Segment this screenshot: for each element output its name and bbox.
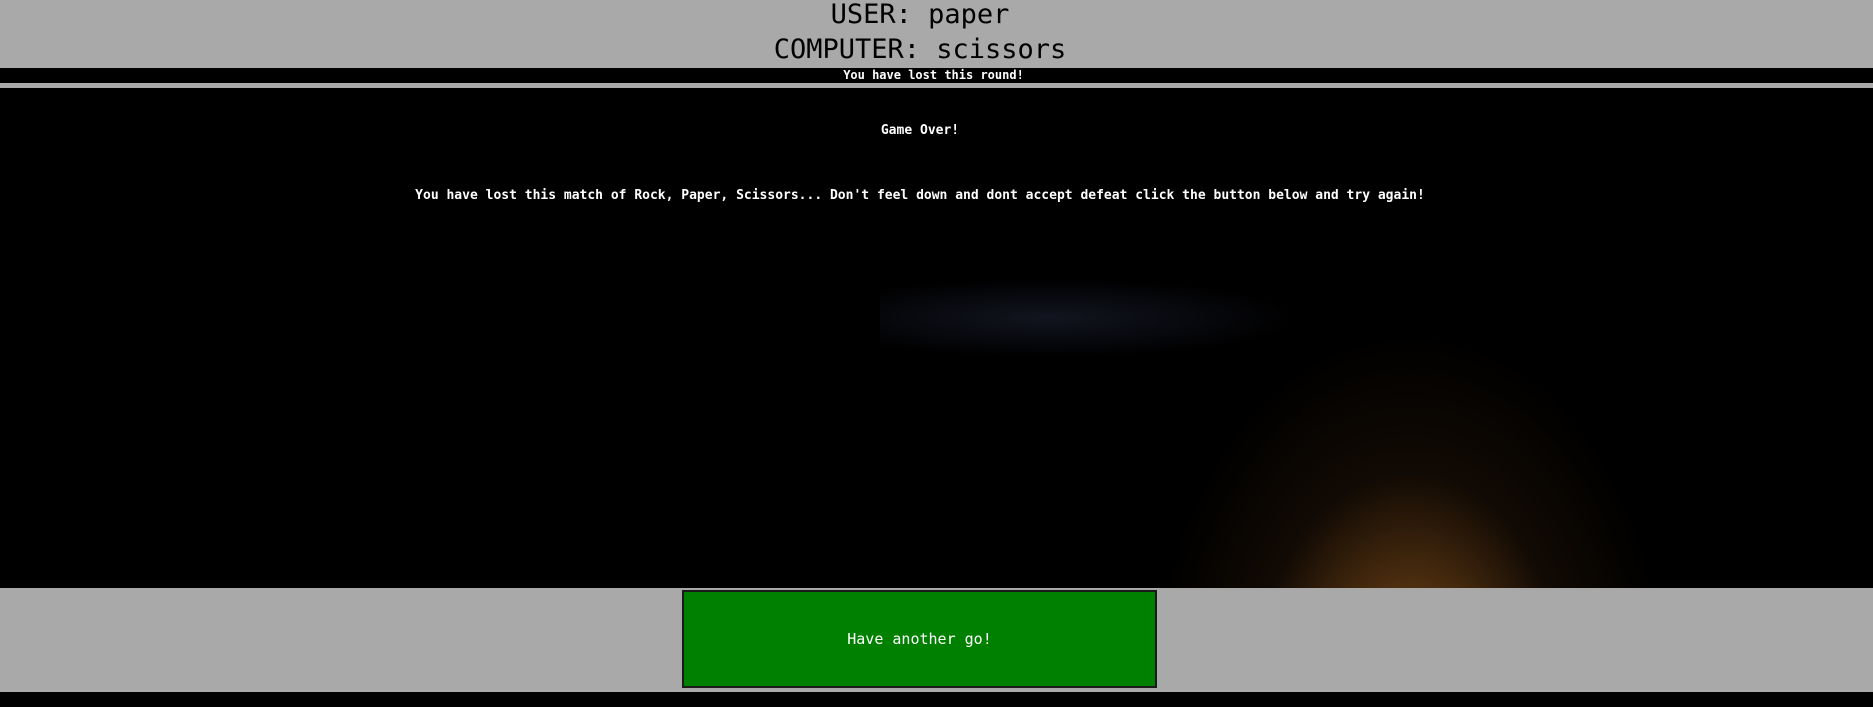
round-result-text: You have lost this round! (843, 68, 1024, 82)
game-stage: Game Over! You have lost this match of R… (0, 88, 1873, 588)
game-over-heading: Game Over! (880, 123, 960, 138)
bottom-strip (0, 692, 1873, 707)
computer-choice-text: COMPUTER: scissors (773, 34, 1067, 65)
user-choice-text: USER: paper (830, 0, 1010, 30)
score-header: USER: paper COMPUTER: scissors (0, 0, 1873, 68)
match-lost-message: You have lost this match of Rock, Paper,… (415, 188, 1425, 203)
button-footer: Have another go! (0, 588, 1873, 692)
background-glow (1150, 328, 1670, 588)
game-page: USER: paper COMPUTER: scissors You have … (0, 0, 1873, 707)
round-result-bar: You have lost this round! (0, 68, 1867, 83)
have-another-go-button[interactable]: Have another go! (682, 590, 1157, 688)
